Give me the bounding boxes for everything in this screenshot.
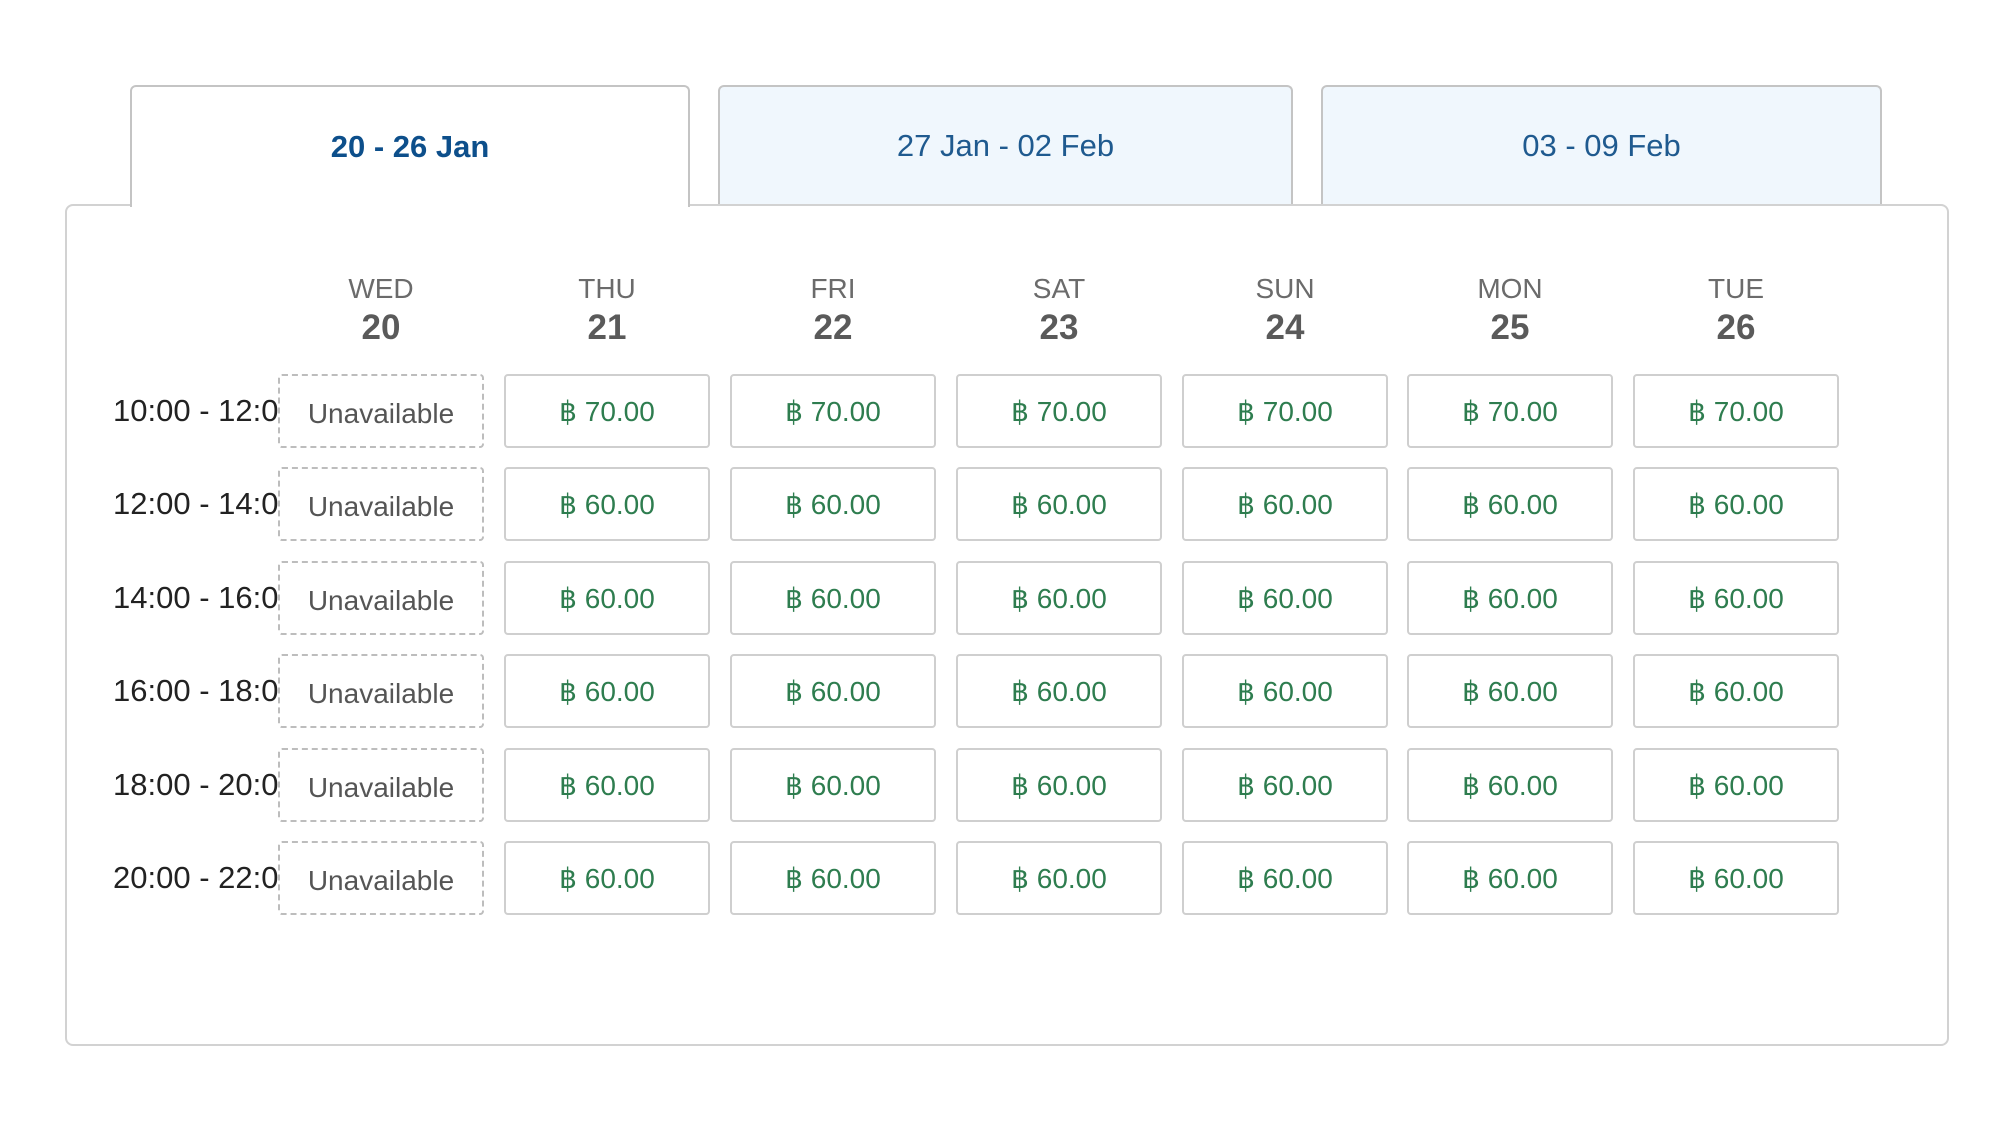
price-slot-button[interactable]: ฿ 70.00 [1182,374,1388,448]
price-slot-button[interactable]: ฿ 60.00 [1633,841,1839,915]
unavailable-slot: Unavailable [278,561,484,635]
price-slot-button[interactable]: ฿ 60.00 [504,467,710,541]
price-slot-button[interactable]: ฿ 70.00 [956,374,1162,448]
day-number: 23 [1039,308,1079,347]
day-number: 26 [1716,308,1756,347]
tab-week-03-09-feb[interactable]: 03 - 09 Feb [1321,85,1882,205]
price-slot-button[interactable]: ฿ 60.00 [1633,561,1839,635]
day-name: TUE [1708,273,1764,304]
price-slot-button[interactable]: ฿ 60.00 [1182,467,1388,541]
day-name: SAT [1032,273,1086,304]
price-slot-button[interactable]: ฿ 60.00 [1182,841,1388,915]
day-name: FRI [810,273,856,304]
price-slot-button[interactable]: ฿ 70.00 [730,374,936,448]
price-slot-button[interactable]: ฿ 60.00 [956,561,1162,635]
price-slot-button[interactable]: ฿ 70.00 [1407,374,1613,448]
day-name: WED [348,273,414,304]
price-slot-button[interactable]: ฿ 60.00 [1633,467,1839,541]
unavailable-slot: Unavailable [278,374,484,448]
price-slot-button[interactable]: ฿ 60.00 [730,467,936,541]
price-slot-button[interactable]: ฿ 60.00 [730,561,936,635]
day-number: 25 [1490,308,1530,347]
price-slot-button[interactable]: ฿ 60.00 [1407,561,1613,635]
day-name: SUN [1255,273,1315,304]
price-slot-button[interactable]: ฿ 60.00 [956,841,1162,915]
day-header: SUN 24 [1182,272,1388,350]
day-header: THU 21 [504,272,710,350]
day-header: FRI 22 [730,272,936,350]
price-slot-button[interactable]: ฿ 60.00 [504,748,710,822]
price-slot-button[interactable]: ฿ 60.00 [504,841,710,915]
price-slot-button[interactable]: ฿ 60.00 [504,561,710,635]
price-slot-button[interactable]: ฿ 60.00 [956,467,1162,541]
tab-week-27-jan-02-feb[interactable]: 27 Jan - 02 Feb [718,85,1293,205]
day-number: 21 [587,308,627,347]
price-slot-button[interactable]: ฿ 60.00 [1182,654,1388,728]
price-slot-button[interactable]: ฿ 70.00 [504,374,710,448]
price-slot-button[interactable]: ฿ 60.00 [504,654,710,728]
price-slot-button[interactable]: ฿ 60.00 [730,654,936,728]
price-slot-button[interactable]: ฿ 60.00 [1407,841,1613,915]
day-number: 22 [813,308,853,347]
price-slot-button[interactable]: ฿ 60.00 [1407,654,1613,728]
price-slot-button[interactable]: ฿ 60.00 [1407,467,1613,541]
schedule-panel: WED 20 THU 21 FRI 22 SAT 23 SUN 24 MON 25 TUE 26 10:0… [65,204,1949,1046]
tab-week-20-26-jan[interactable]: 20 - 26 Jan [130,85,690,207]
price-slot-button[interactable]: ฿ 60.00 [956,748,1162,822]
week-tabs: 20 - 26 Jan 27 Jan - 02 Feb 03 - 09 Feb [0,0,2000,210]
price-slot-button[interactable]: ฿ 60.00 [1633,654,1839,728]
unavailable-slot: Unavailable [278,841,484,915]
price-slot-button[interactable]: ฿ 60.00 [1633,748,1839,822]
price-slot-button[interactable]: ฿ 60.00 [730,841,936,915]
price-slot-button[interactable]: ฿ 60.00 [1407,748,1613,822]
price-slot-button[interactable]: ฿ 70.00 [1633,374,1839,448]
tab-label: 27 Jan - 02 Feb [896,128,1115,163]
tab-label: 20 - 26 Jan [330,129,490,164]
price-slot-button[interactable]: ฿ 60.00 [730,748,936,822]
day-header: SAT 23 [956,272,1162,350]
price-slot-button[interactable]: ฿ 60.00 [1182,748,1388,822]
tab-label: 03 - 09 Feb [1522,128,1681,163]
day-name: THU [578,273,636,304]
price-slot-button[interactable]: ฿ 60.00 [956,654,1162,728]
unavailable-slot: Unavailable [278,748,484,822]
unavailable-slot: Unavailable [278,467,484,541]
day-number: 20 [361,308,401,347]
day-name: MON [1477,273,1543,304]
day-header: TUE 26 [1633,272,1839,350]
unavailable-slot: Unavailable [278,654,484,728]
day-number: 24 [1265,308,1305,347]
day-header: WED 20 [278,272,484,350]
day-header: MON 25 [1407,272,1613,350]
price-slot-button[interactable]: ฿ 60.00 [1182,561,1388,635]
